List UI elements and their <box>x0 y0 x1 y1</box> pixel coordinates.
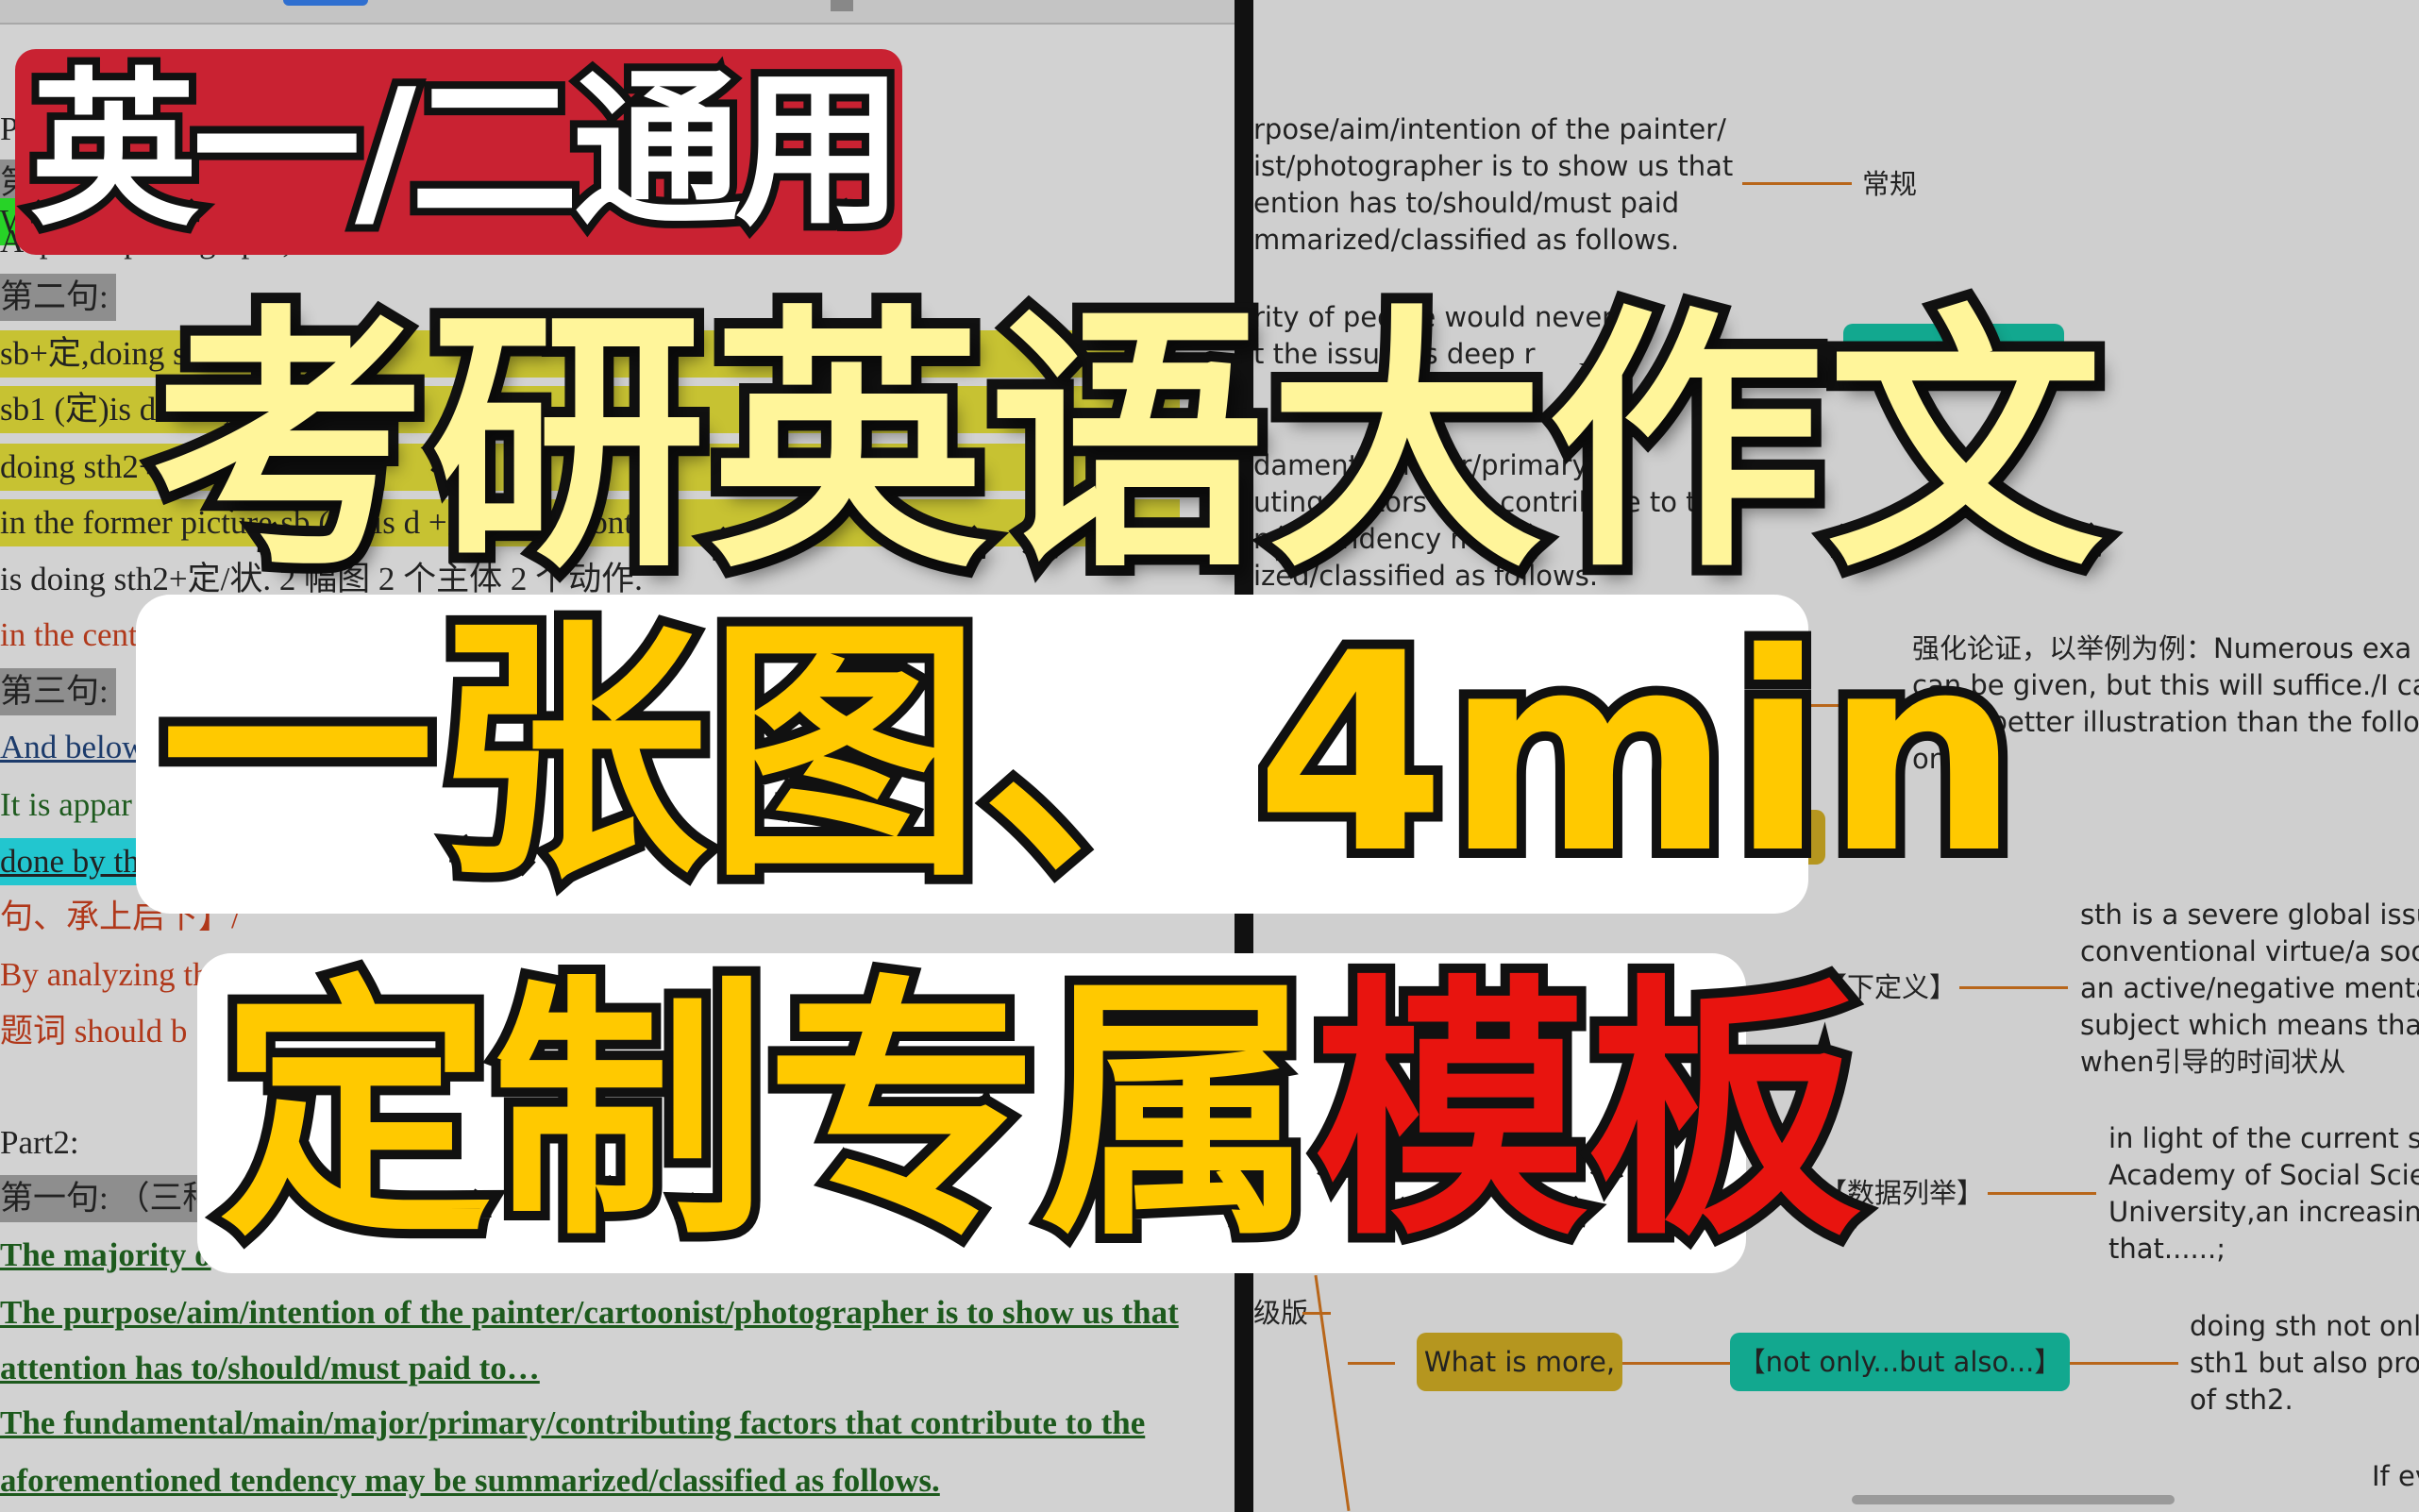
branch-line <box>1302 1312 1331 1315</box>
doc-line: 第三句: <box>0 668 116 715</box>
doc-line: aforementioned tendency may be summarize… <box>0 1462 940 1499</box>
mindmap-label-upgrade[interactable]: 级版 <box>1253 1295 1308 1332</box>
subtitle-line-1: 一张图、4min <box>151 596 2029 914</box>
branch-line <box>1314 1275 1351 1511</box>
doc-line: in the cent <box>0 616 138 653</box>
mindmap-node-text: rpose/aim/intention of the painter/ist/p… <box>1253 113 1734 256</box>
subtitle-line-2-yellow: 定制专属 <box>210 954 1323 1272</box>
subtitle-line-2-red: 模板 <box>1304 954 1871 1272</box>
subtitle-line-2: 定制专属模板 <box>210 963 1871 1265</box>
mindmap-node-text: sth is a severe global issu conventional … <box>2080 899 2419 1078</box>
doc-line: It is appar <box>0 786 132 823</box>
badge-text: 英一/二通用 <box>23 49 911 253</box>
not-only-node[interactable]: 【not only...but also...】 <box>1730 1333 2070 1391</box>
toolbar-tab[interactable] <box>283 0 368 6</box>
horizontal-scrollbar[interactable] <box>1852 1495 2175 1504</box>
doc-line: 第一句: （三种 <box>0 1175 224 1222</box>
doc-line: 第二句: <box>0 274 116 321</box>
branch-line <box>1622 1362 1730 1365</box>
doc-line: The majority o <box>0 1236 211 1273</box>
doc-line: 题词 should b <box>0 1013 188 1050</box>
toolbar-icon[interactable] <box>831 0 853 11</box>
doc-line: The purpose/aim/intention of the painter… <box>0 1294 1179 1331</box>
mindmap-node-text: in light of the current su Academy of Soc… <box>2108 1122 2419 1265</box>
mindmap-label-changgui[interactable]: 常规 <box>1862 166 1917 203</box>
branch-line <box>2070 1362 2178 1365</box>
mindmap-node-text: If ev <box>2372 1460 2419 1492</box>
overlay-title: 考研英语大作文 <box>141 273 2113 614</box>
mindmap-node-text: doing sth not only sth1 but also prov of s… <box>2190 1310 2419 1416</box>
doc-line: The fundamental/main/major/primary/contr… <box>0 1404 1146 1441</box>
branch-line <box>1988 1192 2096 1195</box>
doc-line: attention has to/should/must paid to… <box>0 1350 540 1386</box>
toolbar <box>0 0 1235 25</box>
branch-line <box>1742 182 1852 185</box>
doc-line: And below <box>0 729 146 765</box>
what-is-more-node[interactable]: What is more, <box>1417 1333 1622 1391</box>
branch-line <box>1348 1362 1395 1365</box>
doc-line: Part2: <box>0 1124 79 1161</box>
doc-line: done by th <box>0 838 140 885</box>
doc-line: By analyzing th <box>0 956 210 993</box>
branch-line <box>1959 986 2068 989</box>
